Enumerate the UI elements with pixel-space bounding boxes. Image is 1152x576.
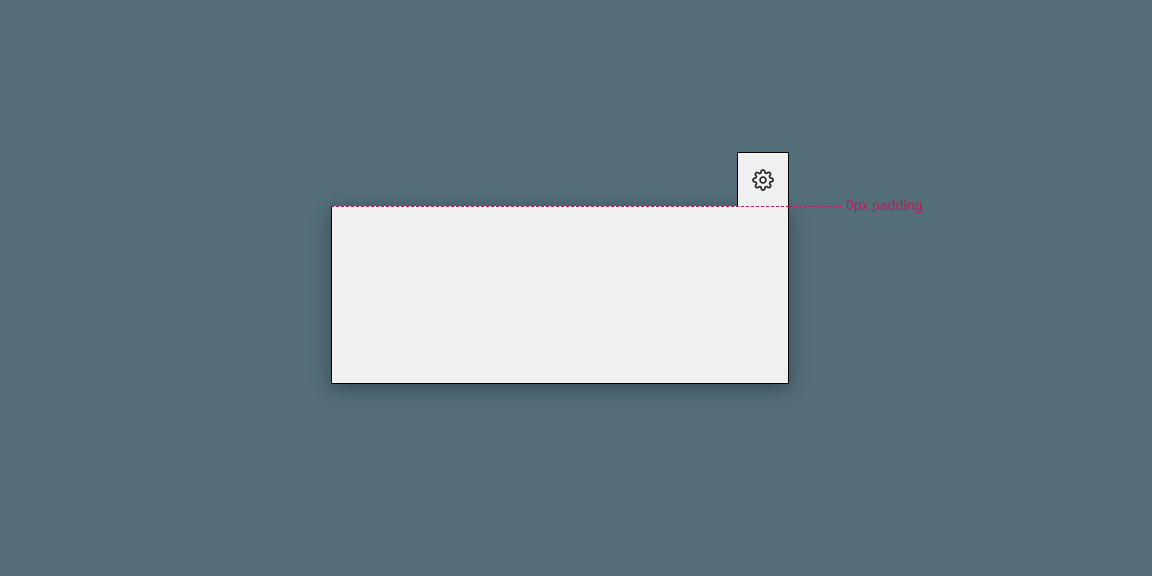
settings-button[interactable] — [737, 152, 789, 206]
content-panel — [331, 206, 789, 384]
annotation-label: 0px padding — [846, 197, 922, 215]
gear-icon — [752, 169, 774, 191]
annotation-leader-line — [789, 206, 841, 207]
